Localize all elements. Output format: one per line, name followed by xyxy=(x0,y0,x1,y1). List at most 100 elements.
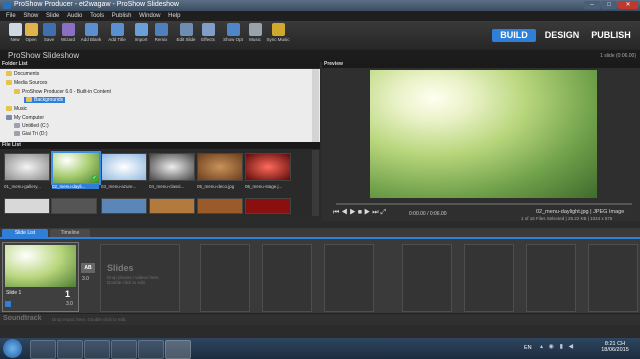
checkmark-icon: ✓ xyxy=(91,175,98,182)
file-thumbnail[interactable] xyxy=(149,153,195,181)
file-list: ✓ 01_menu-gallery... 02_menu-dayli... 03… xyxy=(0,150,320,216)
title-bar: ProShow Producer - et2wagaw - ProShow Sl… xyxy=(0,0,640,11)
file-thumbnail[interactable] xyxy=(197,153,243,181)
slide-name[interactable]: Slide 1 xyxy=(6,290,21,296)
file-thumbnail[interactable] xyxy=(197,198,243,214)
empty-slide-slot[interactable] xyxy=(464,244,514,312)
menu-slide[interactable]: Slide xyxy=(46,11,59,21)
menu-help[interactable]: Help xyxy=(168,11,180,21)
add-blank-button[interactable]: Add Blank xyxy=(79,23,103,42)
preview-scrubber[interactable] xyxy=(336,203,632,205)
menu-window[interactable]: Window xyxy=(139,11,160,21)
wizard-button[interactable]: Wizard xyxy=(56,23,80,42)
taskbar-explorer-icon[interactable] xyxy=(57,340,83,359)
build-mode-button[interactable]: BUILD xyxy=(492,29,536,42)
sync-music-icon xyxy=(271,23,285,36)
empty-slide-slot[interactable] xyxy=(324,244,374,312)
slide-number: 1 xyxy=(65,289,71,299)
slide-drop-zone[interactable]: Slides Drop photos / videos here. Double… xyxy=(100,244,180,312)
soundtrack-bar[interactable]: Soundtrack Drop music here. Double click… xyxy=(0,313,640,325)
empty-slide-slot[interactable] xyxy=(200,244,250,312)
taskbar-chrome-icon[interactable] xyxy=(111,340,137,359)
sync-music-button[interactable]: Sync Music xyxy=(266,23,290,42)
file-scrollbar[interactable] xyxy=(312,150,319,216)
menu-show[interactable]: Show xyxy=(23,11,38,21)
file-thumbnail[interactable] xyxy=(149,198,195,214)
folder-scrollbar[interactable] xyxy=(312,69,319,143)
edit-slide-button[interactable]: Edit Slide xyxy=(174,23,198,42)
show-options-button[interactable]: Show Opt xyxy=(221,23,245,42)
menu-file[interactable]: File xyxy=(6,11,16,21)
empty-slide-slot[interactable] xyxy=(402,244,452,312)
empty-slide-slot[interactable] xyxy=(262,244,312,312)
folder-item[interactable]: Music xyxy=(6,106,27,112)
tray-icons[interactable]: ▴ ◉ ▮ ◀ xyxy=(540,343,575,350)
folder-icon xyxy=(6,106,12,112)
folder-item-selected[interactable]: Backgrounds xyxy=(24,97,66,103)
effects-button[interactable]: Effects xyxy=(196,23,220,42)
slide-duration[interactable]: 3.0 xyxy=(66,301,73,307)
folder-list-header: Folder List xyxy=(0,61,320,68)
drive-icon xyxy=(14,123,20,129)
add-blank-icon xyxy=(84,23,98,36)
file-thumbnail[interactable] xyxy=(245,153,291,181)
transition-time[interactable]: 3.0 xyxy=(82,276,89,282)
slide-card[interactable]: Slide 1 1 3.0 xyxy=(2,242,79,312)
slide-play-icon[interactable] xyxy=(5,301,11,307)
clock[interactable]: 8:21 CH 18/06/2015 xyxy=(598,341,632,353)
computer-icon xyxy=(6,115,12,121)
folder-item[interactable]: Media Sources xyxy=(6,80,47,86)
folder-item[interactable]: My Computer xyxy=(6,115,44,121)
close-button[interactable]: ✕ xyxy=(618,1,638,9)
menu-tools[interactable]: Tools xyxy=(90,11,104,21)
file-thumbnail-selected[interactable]: ✓ xyxy=(51,151,101,185)
file-name: 06_menu-stage.j... xyxy=(245,184,283,189)
language-indicator[interactable]: EN xyxy=(524,345,532,351)
file-name: 05_menu-deco.jpg xyxy=(197,184,235,189)
preview-filename: 02_menu-daylight.jpg | JPEG Image xyxy=(536,209,625,215)
file-thumbnail[interactable] xyxy=(245,198,291,214)
file-name: 03_menu-azure... xyxy=(101,184,137,189)
slide-thumbnail xyxy=(5,245,76,287)
show-options-icon xyxy=(226,23,240,36)
file-thumbnail[interactable] xyxy=(51,198,97,214)
file-thumbnail[interactable] xyxy=(101,153,147,181)
window-title: ProShow Producer - et2wagaw - ProShow Sl… xyxy=(14,1,179,8)
transition-icon[interactable]: AB xyxy=(81,263,95,273)
start-button[interactable] xyxy=(3,339,22,358)
tab-slide-list[interactable]: Slide List xyxy=(2,229,48,237)
preview-details: 1 of 16 Files Selected | 25.22 KB | 1024… xyxy=(521,216,613,221)
playback-controls[interactable]: ⏮◀▶■▶⏭⤢ xyxy=(333,209,388,217)
taskbar-proshow-icon[interactable] xyxy=(165,340,191,359)
tab-underline xyxy=(0,237,640,239)
tab-timeline[interactable]: Timeline xyxy=(50,229,90,237)
file-thumbnail[interactable] xyxy=(101,198,147,214)
empty-slide-slot[interactable] xyxy=(526,244,576,312)
menu-publish[interactable]: Publish xyxy=(112,11,132,21)
minimize-button[interactable]: – xyxy=(584,1,600,9)
folder-item[interactable]: ProShow Producer 6.0 - Built-in Content xyxy=(14,89,111,95)
taskbar-ie-icon[interactable] xyxy=(30,340,56,359)
folder-item[interactable]: Documents xyxy=(6,71,39,77)
taskbar-media-icon[interactable] xyxy=(84,340,110,359)
show-title: ProShow Slideshow xyxy=(8,51,80,60)
remix-button[interactable]: Remix xyxy=(149,23,173,42)
open-icon xyxy=(24,23,38,36)
add-title-button[interactable]: Add Title xyxy=(105,23,129,42)
file-thumbnail[interactable] xyxy=(4,198,50,214)
music-button[interactable]: Music xyxy=(243,23,267,42)
publish-mode-button[interactable]: PUBLISH xyxy=(588,29,634,42)
empty-slide-slot[interactable] xyxy=(588,244,638,312)
taskbar-app-icon[interactable] xyxy=(138,340,164,359)
save-icon xyxy=(42,23,56,36)
file-name: 01_menu-gallery... xyxy=(4,184,41,189)
maximize-button[interactable]: □ xyxy=(601,1,617,9)
folder-item[interactable]: Untitled (C:) xyxy=(14,123,49,129)
file-thumbnail[interactable] xyxy=(4,153,50,181)
music-icon xyxy=(248,23,262,36)
menu-audio[interactable]: Audio xyxy=(67,11,82,21)
remix-icon xyxy=(154,23,168,36)
menu-bar: File Show Slide Audio Tools Publish Wind… xyxy=(0,11,640,21)
folder-item[interactable]: Giai Tri (D:) xyxy=(14,131,48,137)
design-mode-button[interactable]: DESIGN xyxy=(540,29,584,42)
